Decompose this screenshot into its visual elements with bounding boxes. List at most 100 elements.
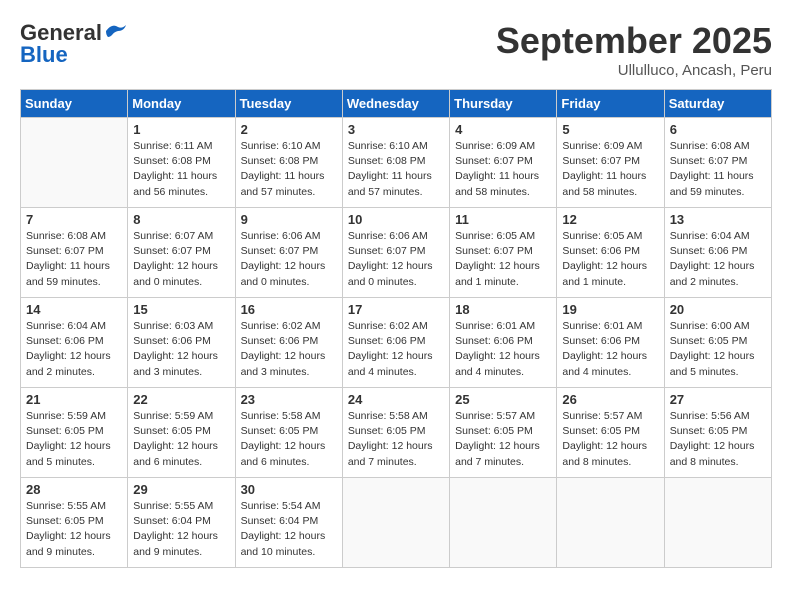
day-number: 16	[241, 302, 337, 317]
day-number: 26	[562, 392, 658, 407]
day-number: 6	[670, 122, 766, 137]
day-number: 8	[133, 212, 229, 227]
day-info: Sunrise: 6:08 AM Sunset: 6:07 PM Dayligh…	[670, 139, 766, 200]
calendar-week-row: 28Sunrise: 5:55 AM Sunset: 6:05 PM Dayli…	[21, 478, 772, 568]
day-info: Sunrise: 6:07 AM Sunset: 6:07 PM Dayligh…	[133, 229, 229, 290]
calendar-cell: 17Sunrise: 6:02 AM Sunset: 6:06 PM Dayli…	[342, 298, 449, 388]
calendar-cell	[664, 478, 771, 568]
calendar-cell	[450, 478, 557, 568]
day-info: Sunrise: 6:06 AM Sunset: 6:07 PM Dayligh…	[348, 229, 444, 290]
calendar-cell: 21 Sunrise: 5:59 AM Sunset: 6:05 PM Dayli…	[21, 388, 128, 478]
weekday-header-thursday: Thursday	[450, 90, 557, 118]
calendar-cell: 7 Sunrise: 6:08 AM Sunset: 6:07 PM Daylig…	[21, 208, 128, 298]
day-number: 25	[455, 392, 551, 407]
day-info: Sunrise: 6:01 AM Sunset: 6:06 PM Dayligh…	[562, 319, 658, 380]
calendar-cell: 27 Sunrise: 5:56 AM Sunset: 6:05 PM Dayli…	[664, 388, 771, 478]
day-number: 10	[348, 212, 444, 227]
calendar-cell: 18 Sunrise: 6:01 AM Sunset: 6:06 PM Dayli…	[450, 298, 557, 388]
day-info: Sunrise: 5:58 AM Sunset: 6:05 PM Dayligh…	[348, 409, 444, 470]
calendar-week-row: 14 Sunrise: 6:04 AM Sunset: 6:06 PM Dayli…	[21, 298, 772, 388]
calendar-cell	[342, 478, 449, 568]
day-info: Sunrise: 6:04 AM Sunset: 6:06 PM Dayligh…	[26, 319, 122, 380]
calendar-cell: 20Sunrise: 6:00 AM Sunset: 6:05 PM Dayli…	[664, 298, 771, 388]
day-info: Sunrise: 6:10 AM Sunset: 6:08 PM Dayligh…	[241, 139, 337, 200]
calendar-week-row: 7 Sunrise: 6:08 AM Sunset: 6:07 PM Daylig…	[21, 208, 772, 298]
location-subtitle: Ullulluco, Ancash, Peru	[496, 62, 772, 79]
weekday-header-friday: Friday	[557, 90, 664, 118]
day-number: 29	[133, 482, 229, 497]
calendar-cell: 4 Sunrise: 6:09 AM Sunset: 6:07 PM Daylig…	[450, 118, 557, 208]
weekday-header-monday: Monday	[128, 90, 235, 118]
day-number: 1	[133, 122, 229, 137]
weekday-header-row: SundayMondayTuesdayWednesdayThursdayFrid…	[21, 90, 772, 118]
day-info: Sunrise: 6:05 AM Sunset: 6:07 PM Dayligh…	[455, 229, 551, 290]
day-info: Sunrise: 6:04 AM Sunset: 6:06 PM Dayligh…	[670, 229, 766, 290]
day-info: Sunrise: 6:02 AM Sunset: 6:06 PM Dayligh…	[348, 319, 444, 380]
day-info: Sunrise: 5:56 AM Sunset: 6:05 PM Dayligh…	[670, 409, 766, 470]
day-info: Sunrise: 5:55 AM Sunset: 6:05 PM Dayligh…	[26, 499, 122, 560]
day-number: 4	[455, 122, 551, 137]
day-info: Sunrise: 6:05 AM Sunset: 6:06 PM Dayligh…	[562, 229, 658, 290]
calendar-cell: 12Sunrise: 6:05 AM Sunset: 6:06 PM Dayli…	[557, 208, 664, 298]
day-info: Sunrise: 5:58 AM Sunset: 6:05 PM Dayligh…	[241, 409, 337, 470]
day-number: 13	[670, 212, 766, 227]
calendar-cell: 16 Sunrise: 6:02 AM Sunset: 6:06 PM Dayli…	[235, 298, 342, 388]
day-info: Sunrise: 6:06 AM Sunset: 6:07 PM Dayligh…	[241, 229, 337, 290]
calendar-cell: 8 Sunrise: 6:07 AM Sunset: 6:07 PM Daylig…	[128, 208, 235, 298]
page-header: General Blue September 2025 Ullulluco, A…	[20, 20, 772, 79]
day-info: Sunrise: 5:55 AM Sunset: 6:04 PM Dayligh…	[133, 499, 229, 560]
logo-bird-icon	[104, 23, 126, 39]
calendar-cell: 26 Sunrise: 5:57 AM Sunset: 6:05 PM Dayli…	[557, 388, 664, 478]
day-number: 9	[241, 212, 337, 227]
day-number: 21	[26, 392, 122, 407]
day-number: 2	[241, 122, 337, 137]
day-info: Sunrise: 5:57 AM Sunset: 6:05 PM Dayligh…	[455, 409, 551, 470]
calendar-cell: 3Sunrise: 6:10 AM Sunset: 6:08 PM Daylig…	[342, 118, 449, 208]
calendar-cell: 23 Sunrise: 5:58 AM Sunset: 6:05 PM Dayli…	[235, 388, 342, 478]
calendar-cell: 13 Sunrise: 6:04 AM Sunset: 6:06 PM Dayli…	[664, 208, 771, 298]
day-info: Sunrise: 5:59 AM Sunset: 6:05 PM Dayligh…	[133, 409, 229, 470]
day-info: Sunrise: 6:09 AM Sunset: 6:07 PM Dayligh…	[455, 139, 551, 200]
calendar-cell: 14 Sunrise: 6:04 AM Sunset: 6:06 PM Dayli…	[21, 298, 128, 388]
day-number: 23	[241, 392, 337, 407]
month-title: September 2025	[496, 20, 772, 62]
day-info: Sunrise: 5:54 AM Sunset: 6:04 PM Dayligh…	[241, 499, 337, 560]
day-number: 7	[26, 212, 122, 227]
day-number: 11	[455, 212, 551, 227]
day-info: Sunrise: 6:03 AM Sunset: 6:06 PM Dayligh…	[133, 319, 229, 380]
calendar-cell: 25 Sunrise: 5:57 AM Sunset: 6:05 PM Dayli…	[450, 388, 557, 478]
day-info: Sunrise: 5:57 AM Sunset: 6:05 PM Dayligh…	[562, 409, 658, 470]
calendar-cell: 10 Sunrise: 6:06 AM Sunset: 6:07 PM Dayli…	[342, 208, 449, 298]
calendar-cell: 9 Sunrise: 6:06 AM Sunset: 6:07 PM Daylig…	[235, 208, 342, 298]
calendar-cell: 1 Sunrise: 6:11 AM Sunset: 6:08 PM Daylig…	[128, 118, 235, 208]
calendar-week-row: 1 Sunrise: 6:11 AM Sunset: 6:08 PM Daylig…	[21, 118, 772, 208]
calendar-cell: 19Sunrise: 6:01 AM Sunset: 6:06 PM Dayli…	[557, 298, 664, 388]
calendar-cell: 11 Sunrise: 6:05 AM Sunset: 6:07 PM Dayli…	[450, 208, 557, 298]
day-number: 30	[241, 482, 337, 497]
logo: General Blue	[20, 20, 126, 68]
day-info: Sunrise: 6:02 AM Sunset: 6:06 PM Dayligh…	[241, 319, 337, 380]
day-info: Sunrise: 6:08 AM Sunset: 6:07 PM Dayligh…	[26, 229, 122, 290]
day-number: 15	[133, 302, 229, 317]
day-number: 27	[670, 392, 766, 407]
day-info: Sunrise: 6:11 AM Sunset: 6:08 PM Dayligh…	[133, 139, 229, 200]
weekday-header-sunday: Sunday	[21, 90, 128, 118]
calendar-cell: 15 Sunrise: 6:03 AM Sunset: 6:06 PM Dayli…	[128, 298, 235, 388]
calendar-cell: 28Sunrise: 5:55 AM Sunset: 6:05 PM Dayli…	[21, 478, 128, 568]
day-info: Sunrise: 5:59 AM Sunset: 6:05 PM Dayligh…	[26, 409, 122, 470]
calendar-cell: 2 Sunrise: 6:10 AM Sunset: 6:08 PM Daylig…	[235, 118, 342, 208]
day-number: 24	[348, 392, 444, 407]
day-number: 20	[670, 302, 766, 317]
calendar-cell: 30 Sunrise: 5:54 AM Sunset: 6:04 PM Dayli…	[235, 478, 342, 568]
weekday-header-wednesday: Wednesday	[342, 90, 449, 118]
day-info: Sunrise: 6:01 AM Sunset: 6:06 PM Dayligh…	[455, 319, 551, 380]
calendar-week-row: 21 Sunrise: 5:59 AM Sunset: 6:05 PM Dayli…	[21, 388, 772, 478]
calendar-cell: 22Sunrise: 5:59 AM Sunset: 6:05 PM Dayli…	[128, 388, 235, 478]
day-number: 14	[26, 302, 122, 317]
calendar-cell: 5Sunrise: 6:09 AM Sunset: 6:07 PM Daylig…	[557, 118, 664, 208]
weekday-header-tuesday: Tuesday	[235, 90, 342, 118]
calendar-cell: 6 Sunrise: 6:08 AM Sunset: 6:07 PM Daylig…	[664, 118, 771, 208]
calendar-table: SundayMondayTuesdayWednesdayThursdayFrid…	[20, 89, 772, 568]
calendar-cell	[21, 118, 128, 208]
day-number: 18	[455, 302, 551, 317]
